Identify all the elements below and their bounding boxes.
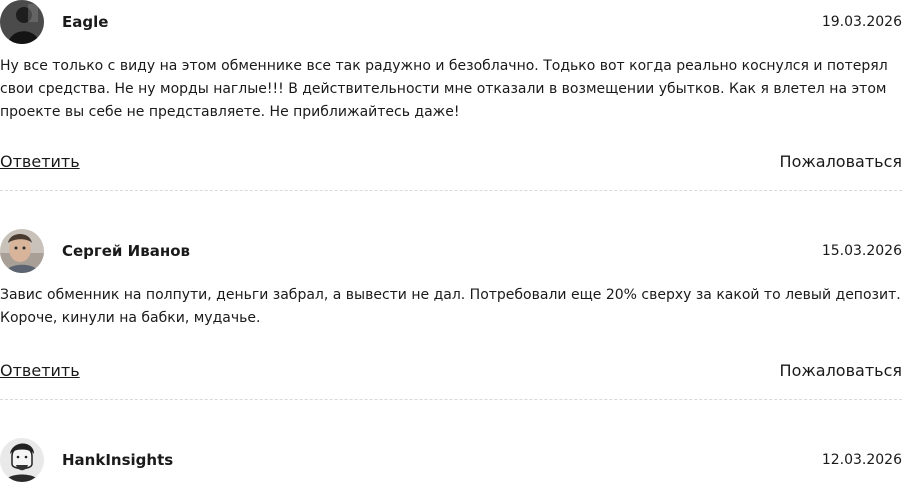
comment-item: Eagle 19.03.2026 Ну все только с виду на…	[0, 0, 902, 191]
user-avatar-photo-icon[interactable]	[0, 229, 44, 273]
comment-text: Завис обменник на полпути, деньги забрал…	[0, 287, 901, 326]
report-link[interactable]: Пожаловаться	[780, 151, 902, 173]
user-avatar-dark-icon[interactable]	[0, 0, 44, 44]
comment-header: HankInsights 12.03.2026	[0, 438, 902, 482]
comment-author: HankInsights	[62, 451, 174, 469]
comment-divider	[0, 399, 902, 400]
comment-item: Сергей Иванов 15.03.2026 Завис обменник …	[0, 229, 902, 400]
comment-actions: Ответить Пожаловаться	[0, 151, 902, 175]
comment-header: Eagle 19.03.2026	[0, 0, 902, 44]
user-avatar-sketch-icon[interactable]	[0, 438, 44, 482]
comment-author: Eagle	[62, 13, 109, 31]
comment-date: 15.03.2026	[821, 243, 902, 259]
comment-actions: Ответить Пожаловаться	[0, 360, 902, 384]
comment-text: Ну все только с виду на этом обменнике в…	[0, 58, 888, 120]
comment-date: 19.03.2026	[821, 14, 902, 30]
comments-list: Eagle 19.03.2026 Ну все только с виду на…	[0, 0, 904, 503]
comment-header: Сергей Иванов 15.03.2026	[0, 229, 902, 273]
reply-link[interactable]: Ответить	[0, 151, 80, 173]
comment-date: 12.03.2026	[821, 452, 902, 468]
comment-item: HankInsights 12.03.2026	[0, 438, 902, 482]
reply-link[interactable]: Ответить	[0, 360, 80, 382]
comment-author: Сергей Иванов	[62, 242, 190, 260]
report-link[interactable]: Пожаловаться	[780, 360, 902, 382]
comment-divider	[0, 190, 902, 191]
